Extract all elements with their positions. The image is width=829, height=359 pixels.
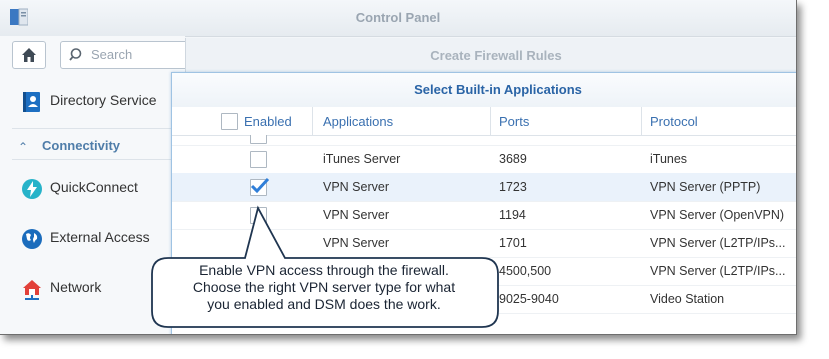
cell-protocol: Video Station: [650, 292, 725, 306]
sidebar-item-external-access[interactable]: External Access: [0, 219, 185, 259]
cell-application: VPN Server: [323, 208, 389, 222]
column-ports[interactable]: Ports: [499, 114, 529, 129]
callout-text: Enable VPN access through the firewall. …: [152, 262, 496, 313]
cell-ports: 1723: [499, 180, 527, 194]
column-enabled[interactable]: Enabled: [244, 114, 292, 129]
sidebar-item-label: QuickConnect: [50, 179, 138, 195]
enable-checkbox[interactable]: [250, 207, 267, 224]
callout-line: you enabled and DSM does the work.: [207, 296, 441, 312]
firewall-window-title: Create Firewall Rules: [430, 48, 562, 63]
sidebar-item-label: Network: [50, 279, 102, 295]
cell-application: VPN Server: [323, 236, 389, 250]
column-separator: [490, 107, 491, 135]
sidebar-item-directory-service[interactable]: Directory Service: [0, 82, 185, 122]
cell-ports: 1701: [499, 236, 527, 250]
select-all-checkbox[interactable]: [221, 113, 238, 130]
dialog-header: Select Built-in Applications: [172, 73, 796, 107]
table-row-selected[interactable]: VPN Server 1723 VPN Server (PPTP): [172, 173, 796, 202]
enable-checkbox[interactable]: [250, 151, 267, 168]
control-panel-titlebar: Control Panel: [0, 0, 796, 37]
cell-protocol: VPN Server (L2TP/IPs...: [650, 264, 786, 278]
enable-checkbox[interactable]: [250, 235, 267, 252]
enable-checkbox[interactable]: [250, 135, 267, 144]
column-separator: [312, 107, 313, 135]
sidebar-item-label: Directory Service: [50, 92, 157, 108]
callout-line: Enable VPN access through the firewall.: [199, 262, 449, 278]
home-icon: [22, 48, 36, 62]
chevron-up-icon: ⌃: [18, 140, 29, 154]
cell-protocol: VPN Server (PPTP): [650, 180, 761, 194]
cell-protocol: VPN Server (L2TP/IPs...: [650, 236, 786, 250]
cell-ports: 4500,500: [499, 264, 552, 278]
sidebar-divider: [12, 159, 172, 160]
sidebar-item-label: External Access: [50, 229, 150, 245]
dialog-title: Select Built-in Applications: [414, 82, 582, 97]
network-icon: [23, 280, 41, 300]
cell-application: iTunes Server: [323, 152, 401, 166]
quickconnect-icon: [22, 179, 42, 199]
cell-protocol: iTunes: [650, 152, 688, 166]
search-placeholder: Search: [91, 47, 133, 62]
cell-ports: 1194: [499, 208, 526, 222]
globe-icon: [22, 229, 42, 249]
column-applications[interactable]: Applications: [323, 114, 393, 129]
section-label: Connectivity: [42, 138, 121, 153]
table-row[interactable]: VPN Server 1194 VPN Server (OpenVPN): [172, 201, 796, 230]
cell-ports: 9025-9040: [499, 292, 559, 306]
home-button[interactable]: [12, 41, 46, 69]
callout-line: Choose the right VPN server type for wha…: [192, 279, 456, 295]
cell-ports: 3689: [499, 152, 527, 166]
table-row[interactable]: iTunes Server 3689 iTunes: [172, 145, 796, 174]
column-separator: [641, 107, 642, 135]
section-connectivity[interactable]: ⌃ Connectivity: [0, 134, 185, 160]
search-field[interactable]: Search: [60, 41, 202, 69]
directory-icon: [23, 92, 40, 112]
search-icon: [69, 48, 82, 61]
control-panel-title: Control Panel: [355, 10, 441, 25]
cell-protocol: VPN Server (OpenVPN): [650, 208, 785, 222]
enable-checkbox-checked[interactable]: [250, 177, 269, 196]
table-row[interactable]: VPN Server 1701 VPN Server (L2TP/IPs...: [172, 229, 796, 258]
cell-application: VPN Server: [323, 180, 389, 194]
sidebar-item-quickconnect[interactable]: QuickConnect: [0, 169, 185, 209]
checkmark-icon: [250, 177, 269, 194]
sidebar-divider: [12, 128, 172, 129]
table-header: Enabled Applications Ports Protocol: [172, 107, 796, 136]
column-protocol[interactable]: Protocol: [650, 114, 698, 129]
